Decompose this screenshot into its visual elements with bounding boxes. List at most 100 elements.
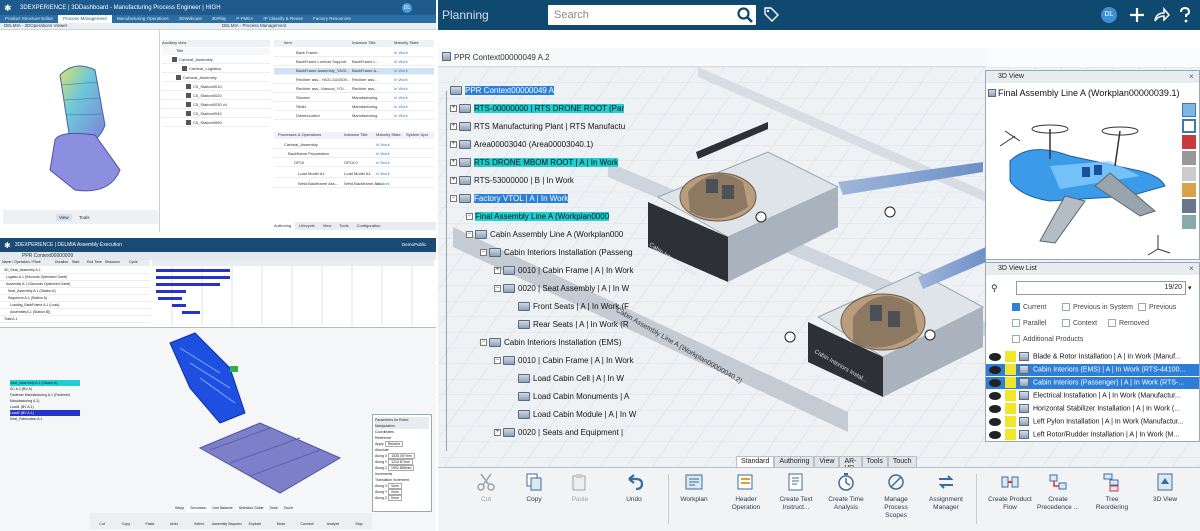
- view-list-row[interactable]: Electrical Installation | A | In Work (M…: [986, 390, 1199, 402]
- color-icon[interactable]: [1182, 135, 1196, 149]
- tab-ip-classify[interactable]: IP Classify & Reuse: [258, 15, 308, 23]
- select-button[interactable]: Select: [186, 513, 212, 529]
- tab-factory-resources[interactable]: Factory Resources: [308, 15, 356, 23]
- gantt-row[interactable]: Total A.1: [0, 317, 150, 323]
- grid-row[interactable]: Dishmounted Manufacturing In Work: [274, 113, 434, 120]
- move-button[interactable]: Move: [268, 513, 294, 529]
- assembly-tree-item[interactable]: Fastener Manufacturing A.1 (Fastened Man…: [10, 392, 80, 404]
- tab-selection-guide[interactable]: Selection Guide: [236, 506, 267, 512]
- paste-button[interactable]: Paste: [558, 470, 602, 530]
- assignment-manager-button[interactable]: Assignment Manager: [924, 470, 968, 530]
- user-avatar[interactable]: DL: [1101, 7, 1117, 23]
- view-mode-icon[interactable]: [1182, 103, 1196, 117]
- previous-in-system-checkbox[interactable]: Previous in System: [1062, 303, 1133, 311]
- gantt-row[interactable]: Loading_BackFrame A.1 (Load): [0, 303, 150, 309]
- undo-button[interactable]: Undo: [162, 513, 186, 529]
- grid-row[interactable]: BackFrame Lumbar Support BackFrame L... In…: [274, 59, 434, 66]
- vtol-aircraft-model-image[interactable]: [990, 101, 1177, 257]
- view-list-row[interactable]: Horizontal Stabilizer Installation | A |…: [986, 403, 1199, 415]
- tab-process-management[interactable]: Process Management: [58, 15, 112, 23]
- view-list-row[interactable]: Blade & Rotor Installation | A | In Work…: [986, 351, 1199, 363]
- grid-row[interactable]: Slider Manufacturing In Work: [274, 104, 434, 111]
- section-icon[interactable]: [1182, 151, 1196, 165]
- tab-manufacturing-operations[interactable]: Manufacturing Operations: [112, 15, 174, 23]
- tree-item-load-cabin-module[interactable]: Load Cabin Module | A | In W: [518, 409, 636, 420]
- tree-item-final-assembly-line[interactable]: − Final Assembly Line A (Workplan0000: [466, 211, 610, 222]
- assembly-tree-item[interactable]: Seat_Fabrication A.1: [10, 416, 80, 422]
- tab-3dwebcast[interactable]: 3DWebcast: [174, 15, 207, 23]
- tab-lifecycle[interactable]: Lifecycle: [295, 222, 319, 230]
- connect-button[interactable]: Connect: [294, 513, 320, 529]
- create-time-analysis-button[interactable]: Create Time Analysis: [824, 470, 868, 530]
- gantt-row[interactable]: Sequence A.1 (Station A): [0, 296, 150, 302]
- create-precedence-button[interactable]: Create Precedence ...: [1036, 470, 1080, 530]
- tree-item-load-cabin-monuments[interactable]: Load Cabin Monuments | A: [518, 391, 629, 402]
- add-icon[interactable]: [1128, 6, 1146, 24]
- tag-icon[interactable]: [763, 6, 779, 22]
- tab-3dplay[interactable]: 3DPlay: [207, 15, 232, 23]
- manage-process-scopes-button[interactable]: Manage Process Scopes: [874, 470, 918, 530]
- tree-row[interactable]: C5_Station0010: [162, 84, 270, 91]
- tree-row[interactable]: C5_Station0040: [162, 111, 270, 118]
- tree-item-cabin-interiors-passenger[interactable]: − Cabin Interiors Installation (Passeng: [480, 247, 633, 258]
- gantt-row[interactable]: Assemble(A.1 (Station B)): [0, 310, 150, 316]
- create-product-flow-button[interactable]: Create Product Flow: [988, 470, 1032, 530]
- copy-button[interactable]: Copy: [512, 470, 556, 530]
- tree-row[interactable]: C5_Station0030 v4: [162, 102, 270, 109]
- parallel-checkbox[interactable]: Parallel: [1012, 319, 1046, 327]
- tree-item-rts-53000000[interactable]: + RTS-53000000 | B | In Work: [450, 175, 574, 186]
- tab-p-fmea[interactable]: P-FMEA: [231, 15, 258, 23]
- copy-button[interactable]: Copy: [114, 513, 138, 529]
- explode-button[interactable]: Explode: [242, 513, 268, 529]
- tab-authoring[interactable]: Authoring: [270, 222, 296, 230]
- analyze-button[interactable]: Analyze: [320, 513, 346, 529]
- workplan-button[interactable]: Workplan: [672, 470, 716, 530]
- tab-touch[interactable]: Touch: [281, 506, 296, 512]
- view-counter-field[interactable]: 19/20: [1016, 281, 1186, 295]
- grid-row[interactable]: BackFrame Assembly_YAGI... BackFrame A...…: [274, 68, 434, 75]
- undo-button[interactable]: Undo: [612, 470, 656, 530]
- viewer-tab-tools[interactable]: Tools: [76, 214, 93, 221]
- increment-field[interactable]: 0mm: [388, 495, 402, 501]
- tab-authoring[interactable]: Authoring: [774, 456, 815, 467]
- tree-item-seats-and-equipment[interactable]: +0020 | Seats and Equipment |: [494, 427, 623, 438]
- view-list-row[interactable]: Cabin Interiors (Passenger) | A | In Wor…: [986, 377, 1199, 389]
- capture-icon[interactable]: [1182, 167, 1196, 181]
- compass-logo-icon[interactable]: ✱: [4, 241, 11, 250]
- viewer-tab-view[interactable]: View: [56, 214, 72, 221]
- tree-row[interactable]: Carbeat_Assembly: [162, 75, 270, 82]
- tree-item-manufacturing-plant[interactable]: + RTS Manufacturing Plant | RTS Manufactu: [450, 121, 625, 132]
- grid-row[interactable]: Shooter Manufacturing In Work: [274, 95, 434, 102]
- tree-item-area[interactable]: + Area00003040 (Area00003040.1): [450, 139, 593, 150]
- tree-row[interactable]: Carbeat_Assembly: [162, 57, 270, 64]
- tab-configuration[interactable]: Configuration: [353, 222, 385, 230]
- tree-item-factory-vtol[interactable]: − Factory VTOL | A | In Work: [450, 193, 569, 204]
- ops-row[interactable]: Load Model A1 Load Model A1 In Work: [274, 171, 434, 178]
- gantt-row[interactable]: Assembly A.1 (Seconds Optimized Gantt): [0, 282, 150, 288]
- tree-row[interactable]: C5_Station0020: [162, 93, 270, 100]
- tab-view[interactable]: View: [814, 456, 840, 467]
- settings-icon[interactable]: [1182, 199, 1196, 213]
- cut-button[interactable]: Cut: [90, 513, 114, 529]
- help-icon[interactable]: [1176, 6, 1194, 24]
- grid-row[interactable]: Recliner ass...YAGI-1110400... Recliner a…: [274, 77, 434, 84]
- 3d-view-button[interactable]: 3D View: [1146, 470, 1184, 530]
- seat-3d-viewer[interactable]: View Tools: [0, 30, 160, 232]
- previous-checkbox[interactable]: Previous: [1138, 303, 1176, 311]
- current-checkbox[interactable]: Current: [1012, 303, 1046, 311]
- tree-row[interactable]: Carbeat_Logistics: [162, 66, 270, 73]
- create-text-instruction-button[interactable]: Create Text Instruct...: [774, 470, 818, 530]
- tree-item-mbom-root[interactable]: + RTS DRONE MBOM ROOT | A | In Work: [450, 157, 619, 168]
- tree-item-load-cabin-cell[interactable]: Load Cabin Cell | A | In W: [518, 373, 624, 384]
- gantt-row[interactable]: 3D_Seat_Assembly A.1: [0, 268, 150, 274]
- annotate-icon[interactable]: [1182, 215, 1196, 229]
- tree-item-rear-seats[interactable]: Rear Seats | A | In Work (R: [518, 319, 629, 330]
- assembly-3d-viewer[interactable]: Seat_Assembly A.1 (Station A) SC A.1 (BV…: [0, 328, 436, 531]
- paste-button[interactable]: Paste: [138, 513, 162, 529]
- tree-item-cabin-frame[interactable]: +0010 | Cabin Frame | A | In Work: [494, 265, 633, 276]
- tab-ar-vr[interactable]: AR-VR: [839, 456, 862, 472]
- view-list-row[interactable]: Cabin Interiors (EMS) | A | In Work (RTS…: [986, 364, 1199, 376]
- ops-row[interactable]: OP10 OP10.0 In Work: [274, 160, 434, 167]
- share-icon[interactable]: [1152, 6, 1170, 24]
- ops-row[interactable]: Carbeat_Assembly In Work: [274, 142, 434, 149]
